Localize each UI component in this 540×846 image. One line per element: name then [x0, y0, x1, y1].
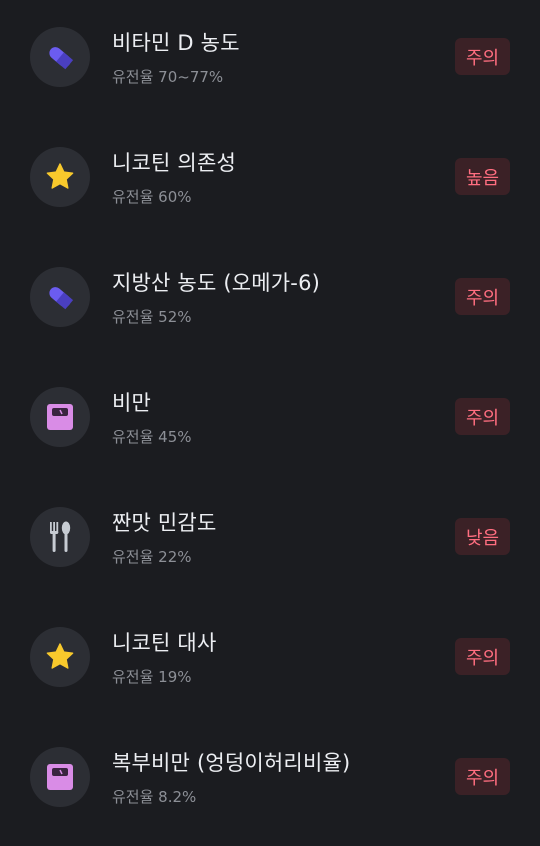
trait-title: 비타민 D 농도 [112, 31, 240, 55]
trait-title: 짠맛 민감도 [112, 511, 217, 535]
heritability-text: 유전율 8.2% [112, 788, 197, 806]
list-item[interactable]: 비타민 D 농도 유전율 70~77% 주의 [0, 0, 540, 120]
list-item[interactable]: 니코틴 의존성 유전율 60% 높음 [0, 120, 540, 240]
status-badge: 주의 [455, 398, 510, 435]
scale-icon [30, 747, 90, 807]
status-badge: 주의 [455, 638, 510, 675]
trait-title: 니코틴 의존성 [112, 151, 236, 175]
trait-title: 비만 [112, 391, 152, 415]
status-badge: 낮음 [455, 518, 510, 555]
heritability-text: 유전율 52% [112, 308, 192, 326]
pill-icon [30, 267, 90, 327]
pill-icon [30, 27, 90, 87]
status-badge: 주의 [455, 278, 510, 315]
status-badge: 주의 [455, 38, 510, 75]
star-icon [30, 147, 90, 207]
heritability-text: 유전율 60% [112, 188, 192, 206]
heritability-text: 유전율 45% [112, 428, 192, 446]
status-badge: 주의 [455, 758, 510, 795]
status-badge: 높음 [455, 158, 510, 195]
heritability-text: 유전율 70~77% [112, 68, 224, 86]
trait-title: 복부비만 (엉덩이허리비율) [112, 751, 351, 775]
list-item[interactable]: 비만 유전율 45% 주의 [0, 360, 540, 480]
list-item[interactable]: 지방산 농도 (오메가-6) 유전율 52% 주의 [0, 240, 540, 360]
list-item[interactable]: 니코틴 대사 유전율 19% 주의 [0, 600, 540, 720]
star-icon [30, 627, 90, 687]
genetic-trait-list: 비타민 D 농도 유전율 70~77% 주의 니코틴 의존성 유전율 60% 높… [0, 0, 540, 846]
list-item[interactable]: 짠맛 민감도 유전율 22% 낮음 [0, 480, 540, 600]
heritability-text: 유전율 19% [112, 668, 192, 686]
heritability-text: 유전율 22% [112, 548, 192, 566]
trait-title: 지방산 농도 (오메가-6) [112, 271, 321, 295]
scale-icon [30, 387, 90, 447]
fork-spoon-icon [30, 507, 90, 567]
list-item[interactable]: 복부비만 (엉덩이허리비율) 유전율 8.2% 주의 [0, 720, 540, 840]
trait-title: 니코틴 대사 [112, 631, 217, 655]
